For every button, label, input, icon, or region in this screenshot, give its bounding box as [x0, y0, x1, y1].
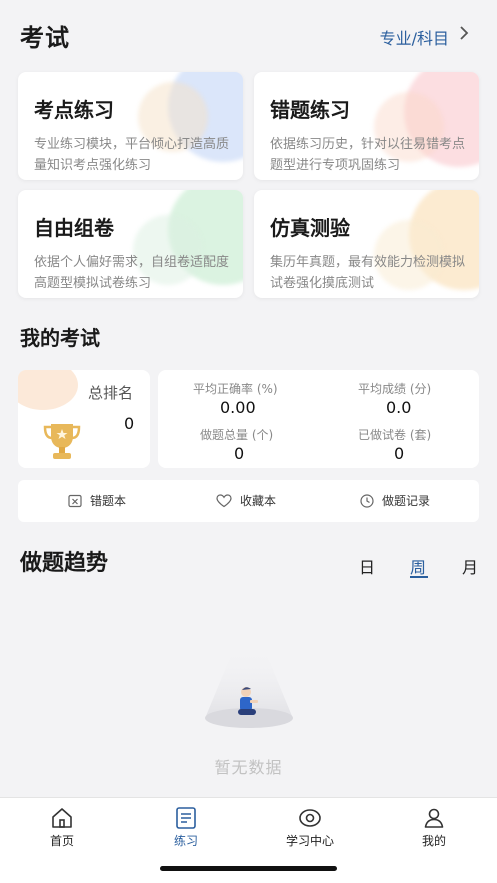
wrong-book-link[interactable]: 错题本 [68, 492, 126, 509]
card-simulation-test[interactable]: 仿真测验 集历年真题，最有效能力检测模拟试卷强化摸底测试 [254, 190, 479, 298]
stat-value: 0.00 [220, 398, 256, 417]
stat-value: 0.0 [386, 398, 412, 417]
card-desc: 集历年真题，最有效能力检测模拟试卷强化摸底测试 [270, 255, 466, 291]
tab-label: 练习 [173, 834, 198, 848]
quick-link-label: 收藏本 [240, 494, 277, 508]
wrong-book-icon [68, 494, 82, 507]
chevron-right-icon[interactable] [455, 24, 473, 42]
period-day[interactable]: 日 [359, 554, 375, 578]
card-wrong-practice[interactable]: 错题练习 依据练习历史，针对以往易错考点题型进行专项巩固练习 [254, 72, 479, 180]
stat-label: 平均成绩 (分) [358, 382, 432, 396]
rank-card: 总排名 0 [18, 370, 150, 468]
empty-state-text: 暂无数据 [214, 758, 283, 777]
subject-selector[interactable]: 专业/科目 [380, 25, 449, 49]
trophy-icon [43, 424, 81, 459]
stat-value: 0 [234, 444, 245, 463]
tab-profile[interactable]: 我的 [394, 806, 474, 849]
stat-label: 平均正确率 (%) [193, 382, 278, 396]
card-desc: 专业练习模块，平台倾心打造高质量知识考点强化练习 [34, 137, 230, 173]
stat-label: 已做试卷 (套) [358, 428, 432, 442]
stat-label: 做题总量 (个) [200, 428, 274, 442]
active-period-indicator [410, 576, 428, 578]
empty-state-illustration [205, 648, 293, 728]
card-desc: 依据个人偏好需求，自组卷适配度高题型模拟试卷练习 [34, 255, 230, 291]
favorites-link[interactable]: 收藏本 [216, 492, 276, 509]
header: 考试 专业/科目 [0, 0, 497, 68]
tab-label: 首页 [49, 834, 74, 848]
tab-home[interactable]: 首页 [22, 806, 102, 849]
rank-label: 总排名 [88, 384, 134, 402]
tab-study-center[interactable]: 学习中心 [270, 806, 350, 849]
page-title: 考试 [20, 24, 70, 52]
trend-title: 做题趋势 [20, 551, 109, 576]
stats-card: 平均正确率 (%) 0.00 平均成绩 (分) 0.0 做题总量 (个) 0 已… [158, 370, 479, 468]
quick-links: 错题本 收藏本 做题记录 [18, 480, 479, 522]
card-title: 自由组卷 [34, 216, 114, 240]
practice-record-link[interactable]: 做题记录 [360, 492, 430, 509]
card-title: 考点练习 [34, 98, 114, 122]
card-topic-practice[interactable]: 考点练习 专业练习模块，平台倾心打造高质量知识考点强化练习 [18, 72, 243, 180]
card-title: 错题练习 [270, 98, 350, 122]
profile-icon [424, 808, 444, 828]
period-month[interactable]: 月 [462, 554, 478, 578]
practice-icon [176, 807, 196, 829]
clock-icon [360, 493, 374, 508]
tab-label: 我的 [421, 834, 446, 848]
study-center-icon [299, 809, 321, 827]
period-week[interactable]: 周 [410, 554, 426, 578]
home-icon [52, 808, 72, 828]
card-desc: 依据练习历史，针对以往易错考点题型进行专项巩固练习 [270, 137, 466, 173]
tab-label: 学习中心 [285, 834, 334, 848]
quick-link-label: 错题本 [90, 494, 127, 508]
rank-value: 0 [124, 414, 135, 433]
stat-value: 0 [394, 444, 405, 463]
home-indicator [160, 866, 337, 871]
tab-practice[interactable]: 练习 [146, 806, 226, 849]
card-free-compose[interactable]: 自由组卷 依据个人偏好需求，自组卷适配度高题型模拟试卷练习 [18, 190, 243, 298]
my-exam-title: 我的考试 [20, 326, 100, 350]
quick-link-label: 做题记录 [382, 494, 431, 508]
card-title: 仿真测验 [270, 216, 350, 240]
heart-icon [216, 493, 232, 507]
